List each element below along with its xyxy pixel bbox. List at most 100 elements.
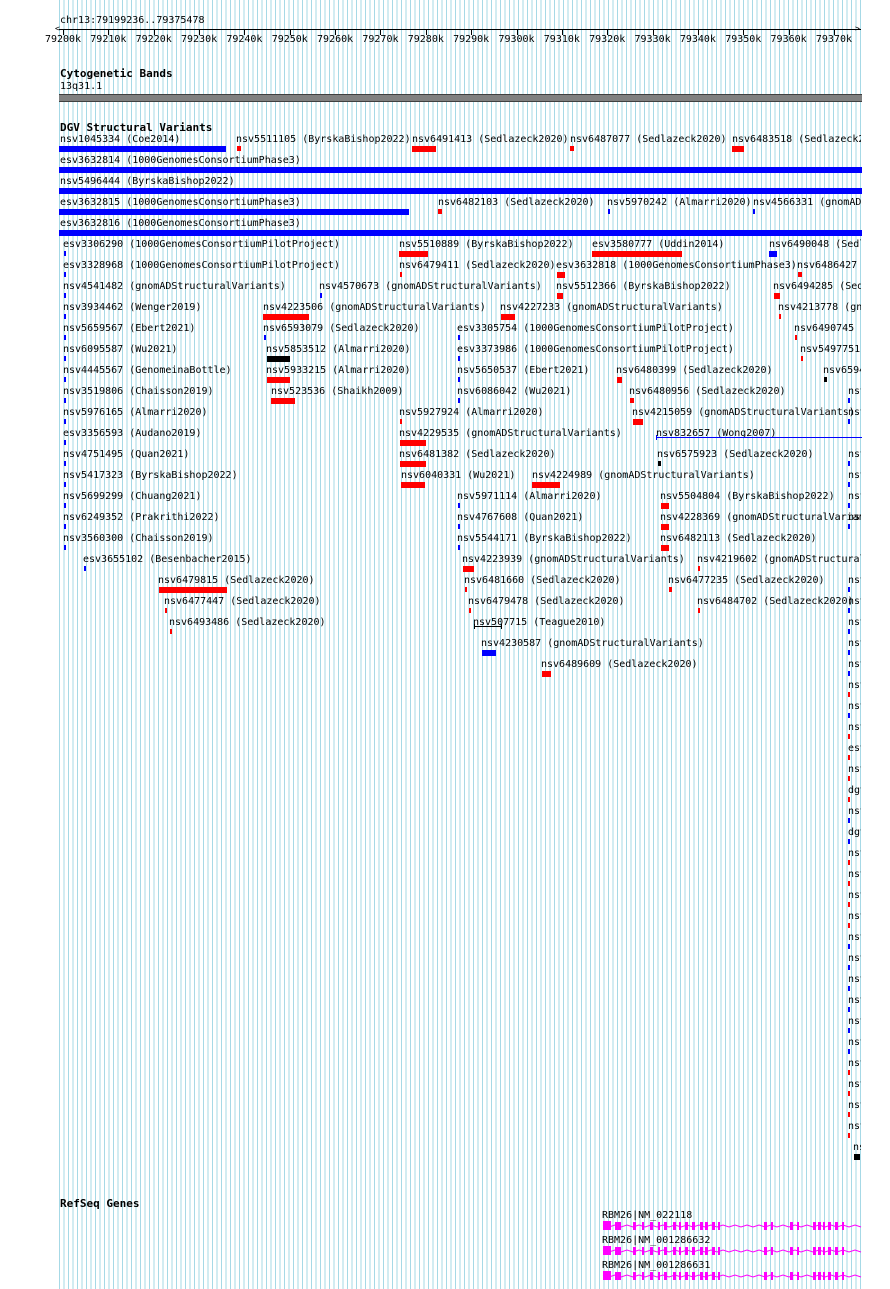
variant-label-nsv6481660[interactable]: nsv6481660 (Sedlazeck2020) <box>464 575 621 586</box>
variant-label-nsv4570673[interactable]: nsv4570673 (gnomADStructuralVariants) <box>319 281 542 292</box>
variant-feature-nsv6097[interactable] <box>848 1007 850 1012</box>
variant-label-esv3373986[interactable]: esv3373986 (1000GenomesConsortiumPilotPr… <box>457 344 734 355</box>
variant-feature-nsv5510889[interactable] <box>399 251 428 257</box>
variant-label-nsv6461[interactable]: nsv6461 <box>848 911 861 922</box>
variant-label-nsv4742[interactable]: nsv4742 <box>848 806 861 817</box>
variant-label-nsv5976[interactable]: nsv5976 <box>848 1016 861 1027</box>
variant-feature-nsv6479815[interactable] <box>159 587 227 593</box>
variant-label-nsv5598[interactable]: nsv5598 <box>848 764 861 775</box>
variant-label-esv3655102[interactable]: esv3655102 (Besenbacher2015) <box>83 554 252 565</box>
variant-feature-nsv4223506[interactable] <box>263 314 309 320</box>
variant-label-esv3632818[interactable]: esv3632818 (1000GenomesConsortiumPhase3) <box>556 260 797 271</box>
variant-label-nsv6097[interactable]: nsv6097 <box>848 995 861 1006</box>
variant-label-esv3632814[interactable]: esv3632814 (1000GenomesConsortiumPhase3) <box>60 155 301 166</box>
variant-label-nsv5971114[interactable]: nsv5971114 (Almarri2020) <box>457 491 602 502</box>
variant-label-nsv4227233[interactable]: nsv4227233 (gnomADStructuralVariants) <box>500 302 723 313</box>
variant-feature-nsv3934462[interactable] <box>64 314 66 319</box>
variant-feature-nsv4229535[interactable] <box>400 440 426 446</box>
refseq-track-title[interactable]: RefSeq Genes <box>60 1198 139 1209</box>
variant-label-nsv6575923[interactable]: nsv6575923 (Sedlazeck2020) <box>657 449 814 460</box>
variant-feature-nsv4213778[interactable] <box>779 314 781 319</box>
gene-model[interactable] <box>600 1245 890 1259</box>
variant-feature-nsv4219602[interactable] <box>698 566 700 571</box>
variant-label-nsv6482113[interactable]: nsv6482113 (Sedlazeck2020) <box>660 533 817 544</box>
variant-feature-nsv3555[interactable] <box>848 650 850 655</box>
variant-label-nsv2793[interactable]: nsv2793 <box>848 512 861 523</box>
variant-feature-nsv4230587[interactable] <box>482 650 496 656</box>
variant-feature-nsv832657[interactable] <box>656 437 862 438</box>
variant-label-nsv6481382[interactable]: nsv6481382 (Sedlazeck2020) <box>399 449 556 460</box>
variant-label-nsv6040331[interactable]: nsv6040331 (Wu2021) <box>401 470 515 481</box>
variant-feature-nsv4552[interactable] <box>848 398 850 403</box>
variant-label-nsv4224989[interactable]: nsv4224989 (gnomADStructuralVariants) <box>532 470 755 481</box>
variant-feature-nsv5970242[interactable] <box>608 209 610 214</box>
variant-feature-nsv5927924[interactable] <box>400 419 402 424</box>
variant-label-nsv3934462[interactable]: nsv3934462 (Wenger2019) <box>63 302 201 313</box>
variant-feature-nsv6480399[interactable] <box>617 377 622 383</box>
variant-feature-nsv6024[interactable] <box>848 1070 850 1075</box>
gene-model[interactable] <box>600 1270 890 1284</box>
cyto-track-title[interactable]: Cytogenetic Bands <box>60 68 173 79</box>
variant-label-nsv5601[interactable]: nsv5601 <box>848 1100 861 1111</box>
variant-label-nsv6593079[interactable]: nsv6593079 (Sedlazeck2020) <box>263 323 420 334</box>
variant-label-nsv4230587[interactable]: nsv4230587 (gnomADStructuralVariants) <box>481 638 704 649</box>
variant-label-esv3632815[interactable]: esv3632815 (1000GenomesConsortiumPhase3) <box>60 197 301 208</box>
variant-feature-nsv3344[interactable] <box>848 503 850 508</box>
variant-label-nsv6486427[interactable]: nsv6486427 (Sedlazeck2020) <box>797 260 861 271</box>
variant-feature-nsv4223939[interactable] <box>463 566 474 572</box>
variant-feature-nsv6031[interactable] <box>848 713 850 718</box>
variant-label-nsv6095587[interactable]: nsv6095587 (Wu2021) <box>63 344 177 355</box>
variant-feature-nsv5928[interactable] <box>848 734 850 739</box>
variant-label-nsv5661[interactable]: nsv5661 <box>848 974 861 985</box>
variant-label-nsv3560[interactable]: nsv3560 <box>848 449 861 460</box>
variant-label-nsv1045334[interactable]: nsv1045334 (Coe2014) <box>60 134 180 145</box>
variant-feature-esv3632818[interactable] <box>557 272 565 278</box>
variant-feature-nsv6593079[interactable] <box>264 335 266 340</box>
variant-feature-esv1133[interactable] <box>848 755 850 760</box>
variant-feature-nsv6479478[interactable] <box>469 608 471 613</box>
variant-label-nsv6490048[interactable]: nsv6490048 (Sedlazeck2020) <box>769 239 861 250</box>
variant-label-nsv5659567[interactable]: nsv5659567 (Ebert2021) <box>63 323 195 334</box>
variant-feature-nsv6095587[interactable] <box>64 356 66 361</box>
variant-feature-nsv523536[interactable] <box>271 398 295 404</box>
variant-label-nsv4229535[interactable]: nsv4229535 (gnomADStructuralVariants) <box>399 428 622 439</box>
variant-feature-nsv6487077[interactable] <box>570 146 574 151</box>
variant-label-esv3580777[interactable]: esv3580777 (Uddin2014) <box>592 239 724 250</box>
variant-label-nsv6487077[interactable]: nsv6487077 (Sedlazeck2020) <box>570 134 727 145</box>
variant-label-nsv3051a[interactable]: nsv3051 <box>848 932 861 943</box>
variant-feature-nsv6037[interactable] <box>848 671 850 676</box>
variant-feature-nsv6494285[interactable] <box>774 293 780 299</box>
variant-feature-esv3373986[interactable] <box>458 356 460 361</box>
variant-feature-nsv5976[interactable] <box>848 1028 850 1033</box>
variant-label-nsv5496444[interactable]: nsv5496444 (ByrskaBishop2022) <box>60 176 235 187</box>
variant-label-nsv4228369[interactable]: nsv4228369 (gnomADStructuralVariants) <box>660 512 861 523</box>
variant-feature-nsv5512366[interactable] <box>557 293 563 299</box>
dgv-track-title[interactable]: DGV Structural Variants <box>60 122 212 133</box>
variant-feature-nsv5497751[interactable] <box>801 356 803 361</box>
variant-feature-nsv6482113[interactable] <box>661 545 669 551</box>
variant-feature-dgv2340[interactable] <box>848 797 850 802</box>
variant-label-nsv4213778[interactable]: nsv4213778 (gnomADStructuralVariants) <box>778 302 861 313</box>
variant-feature-nsv5601[interactable] <box>848 1112 850 1117</box>
variant-label-nsv6086042[interactable]: nsv6086042 (Wu2021) <box>457 386 571 397</box>
variant-feature-nsv3948[interactable] <box>848 1091 850 1096</box>
variant-label-nsv4552[interactable]: nsv4552 <box>848 386 861 397</box>
variant-label-nsv6482103[interactable]: nsv6482103 (Sedlazeck2020) <box>438 197 595 208</box>
variant-feature-nsv9574[interactable] <box>848 902 850 907</box>
variant-feature-nsv5552[interactable] <box>848 587 850 592</box>
variant-feature-nsv4539b[interactable] <box>848 965 850 970</box>
variant-label-nsv5511105[interactable]: nsv5511105 (ByrskaBishop2022) <box>236 134 411 145</box>
variant-feature-nsv6480956[interactable] <box>630 398 634 403</box>
variant-label-esv3305754[interactable]: esv3305754 (1000GenomesConsortiumPilotPr… <box>457 323 734 334</box>
variant-feature-nsv6493486[interactable] <box>170 629 172 634</box>
variant-feature-nsv6249352[interactable] <box>64 524 66 529</box>
variant-label-nsv4539[interactable]: nsv4539 <box>848 617 861 628</box>
variant-label-nsv550[interactable]: nsv550 <box>848 596 861 607</box>
variant-feature-nsv5699299[interactable] <box>64 503 66 508</box>
variant-feature-nsv5976165[interactable] <box>64 419 66 424</box>
variant-feature-nsv507715[interactable] <box>474 626 502 627</box>
variant-feature-nsv4566331[interactable] <box>753 209 755 214</box>
variant-label-nsv6491413[interactable]: nsv6491413 (Sedlazeck2020) <box>412 134 569 145</box>
variant-feature-nsv6489609[interactable] <box>542 671 551 677</box>
variant-feature-nsv5417323[interactable] <box>64 482 66 487</box>
